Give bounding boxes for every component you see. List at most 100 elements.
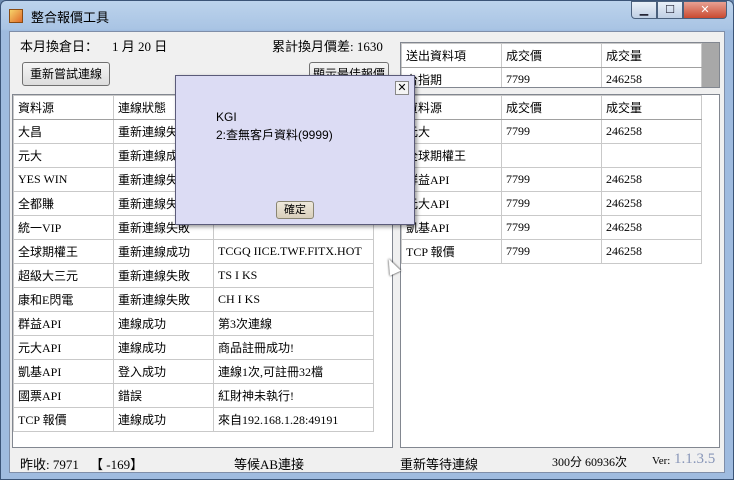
price-col-volume-header[interactable]: 成交量 bbox=[601, 95, 702, 120]
table-row[interactable]: 元大API 連線成功 商品註冊成功! bbox=[13, 335, 374, 360]
cell[interactable]: 全球期權王 bbox=[401, 143, 502, 168]
send-col-volume-header[interactable]: 成交量 bbox=[601, 43, 702, 68]
cell[interactable]: CH I KS bbox=[213, 287, 374, 312]
cell[interactable]: YES WIN bbox=[13, 167, 114, 192]
cell[interactable]: 246258 bbox=[601, 215, 702, 240]
price-change: 【 -169】 bbox=[90, 457, 144, 472]
table-row[interactable]: 元大API 7799 246258 bbox=[401, 191, 702, 216]
col-source-header[interactable]: 資料源 bbox=[13, 95, 114, 120]
cell[interactable]: 246258 bbox=[601, 67, 702, 87]
maximize-button[interactable]: ☐ bbox=[657, 1, 683, 19]
retry-connect-button[interactable]: 重新嘗試連線 bbox=[22, 62, 110, 86]
cell[interactable]: 紅財神未執行! bbox=[213, 383, 374, 408]
table-row[interactable]: 元大 7799 246258 bbox=[401, 119, 702, 144]
close-button[interactable]: ✕ bbox=[683, 1, 727, 19]
table-row[interactable]: 台指期 7799 246258 bbox=[401, 67, 702, 87]
version-label: Ver: bbox=[652, 455, 671, 467]
cell[interactable]: 7799 bbox=[501, 119, 602, 144]
table-row[interactable]: 國票API 錯誤 紅財神未執行! bbox=[13, 383, 374, 408]
cell[interactable]: 元大 bbox=[13, 143, 114, 168]
dialog-ok-button[interactable]: 確定 bbox=[276, 201, 314, 219]
send-grid: 送出資料項 成交價 成交量 台指期 7799 246258 bbox=[400, 42, 720, 88]
cell[interactable]: TS I KS bbox=[213, 263, 374, 288]
cell[interactable]: 台指期 bbox=[401, 67, 502, 87]
cell[interactable]: 登入成功 bbox=[113, 359, 214, 384]
cell[interactable]: 第3次連線 bbox=[213, 311, 374, 336]
cell[interactable]: 元大API bbox=[401, 191, 502, 216]
cell[interactable] bbox=[601, 143, 702, 168]
send-col-item-header[interactable]: 送出資料項 bbox=[401, 43, 502, 68]
cell[interactable]: 來自192.168.1.28:49191 bbox=[213, 407, 374, 432]
table-row[interactable]: 全球期權王 bbox=[401, 143, 702, 168]
cell[interactable] bbox=[501, 143, 602, 168]
close-icon: ✕ bbox=[397, 81, 407, 94]
cell[interactable]: 群益API bbox=[401, 167, 502, 192]
cell[interactable]: 康和E閃電 bbox=[13, 287, 114, 312]
cell[interactable]: 246258 bbox=[601, 191, 702, 216]
cell[interactable]: 246258 bbox=[601, 239, 702, 264]
yesterday-close: 昨收: 7971 bbox=[20, 457, 79, 472]
cell[interactable]: 元大 bbox=[401, 119, 502, 144]
send-col-price-header[interactable]: 成交價 bbox=[501, 43, 602, 68]
send-table: 送出資料項 成交價 成交量 台指期 7799 246258 bbox=[401, 43, 702, 87]
table-row[interactable]: TCP 報價 7799 246258 bbox=[401, 239, 702, 264]
minimize-button[interactable]: ▁ bbox=[631, 1, 657, 19]
cell[interactable]: 元大API bbox=[13, 335, 114, 360]
cell[interactable]: 7799 bbox=[501, 215, 602, 240]
cell[interactable]: TCP 報價 bbox=[13, 407, 114, 432]
cell[interactable]: 群益API bbox=[13, 311, 114, 336]
table-row[interactable]: 全球期權王 重新連線成功 TCGQ IICE.TWF.FITX.HOT bbox=[13, 239, 374, 264]
price-col-price-header[interactable]: 成交價 bbox=[501, 95, 602, 120]
title-bar[interactable]: 整合報價工具 ▁ ☐ ✕ bbox=[1, 1, 733, 31]
table-row[interactable]: 群益API 7799 246258 bbox=[401, 167, 702, 192]
cell[interactable]: 超級大三元 bbox=[13, 263, 114, 288]
window-title: 整合報價工具 bbox=[31, 10, 110, 25]
minimize-icon: ▁ bbox=[639, 3, 649, 16]
cell[interactable]: 凱基API bbox=[13, 359, 114, 384]
close-icon: ✕ bbox=[700, 3, 710, 16]
cell[interactable]: 商品註冊成功! bbox=[213, 335, 374, 360]
cell[interactable]: 重新連線失敗 bbox=[113, 287, 214, 312]
cell[interactable]: 246258 bbox=[601, 167, 702, 192]
rollover-date-value: 1 月 20 日 bbox=[112, 39, 168, 54]
cell[interactable]: 錯誤 bbox=[113, 383, 214, 408]
cell[interactable]: TCP 報價 bbox=[401, 239, 502, 264]
cell[interactable]: TCGQ IICE.TWF.FITX.HOT bbox=[213, 239, 374, 264]
table-row[interactable]: 超級大三元 重新連線失敗 TS I KS bbox=[13, 263, 374, 288]
time-counter: 300分 60936次 bbox=[552, 455, 628, 469]
cell[interactable]: 連線成功 bbox=[113, 407, 214, 432]
dialog-close-button[interactable]: ✕ bbox=[395, 81, 409, 95]
cell[interactable]: 全球期權王 bbox=[13, 239, 114, 264]
table-row[interactable]: 凱基API 登入成功 連線1次,可註冊32檔 bbox=[13, 359, 374, 384]
dialog-message: 2:查無客戶資料(9999) bbox=[216, 128, 333, 142]
cell[interactable]: 7799 bbox=[501, 191, 602, 216]
reconnect-status: 重新等待連線 bbox=[400, 457, 479, 472]
cell[interactable]: 凱基API bbox=[401, 215, 502, 240]
app-icon bbox=[9, 9, 23, 23]
cell[interactable]: 大昌 bbox=[13, 119, 114, 144]
price-table: 資料源 成交價 成交量 元大 7799 246258 全球期權王 群益API 7799 24… bbox=[401, 95, 702, 264]
cell[interactable]: 連線成功 bbox=[113, 335, 214, 360]
cell[interactable]: 7799 bbox=[501, 67, 602, 87]
maximize-icon: ☐ bbox=[665, 3, 675, 16]
cell[interactable]: 連線1次,可註冊32檔 bbox=[213, 359, 374, 384]
cell[interactable]: 7799 bbox=[501, 167, 602, 192]
cell[interactable]: 7799 bbox=[501, 239, 602, 264]
main-window: 整合報價工具 ▁ ☐ ✕ 本月換倉日： 1 月 20 日 累計換月價差: 163… bbox=[0, 0, 734, 480]
table-row[interactable]: 康和E閃電 重新連線失敗 CH I KS bbox=[13, 287, 374, 312]
rollover-date-label: 本月換倉日： bbox=[20, 39, 99, 54]
cell[interactable]: 重新連線成功 bbox=[113, 239, 214, 264]
cell[interactable]: 國票API bbox=[13, 383, 114, 408]
cell[interactable]: 重新連線失敗 bbox=[113, 263, 214, 288]
cell[interactable]: 全都賺 bbox=[13, 191, 114, 216]
cell[interactable]: 連線成功 bbox=[113, 311, 214, 336]
price-grid: 資料源 成交價 成交量 元大 7799 246258 全球期權王 群益API 7799 24… bbox=[400, 94, 720, 448]
table-row[interactable]: 凱基API 7799 246258 bbox=[401, 215, 702, 240]
price-col-source-header[interactable]: 資料源 bbox=[401, 95, 502, 120]
window-controls: ▁ ☐ ✕ bbox=[631, 1, 727, 21]
dialog-title: KGI bbox=[216, 110, 237, 124]
table-row[interactable]: 群益API 連線成功 第3次連線 bbox=[13, 311, 374, 336]
cell[interactable]: 246258 bbox=[601, 119, 702, 144]
cell[interactable]: 統一VIP bbox=[13, 215, 114, 240]
table-row[interactable]: TCP 報價 連線成功 來自192.168.1.28:49191 bbox=[13, 407, 374, 432]
